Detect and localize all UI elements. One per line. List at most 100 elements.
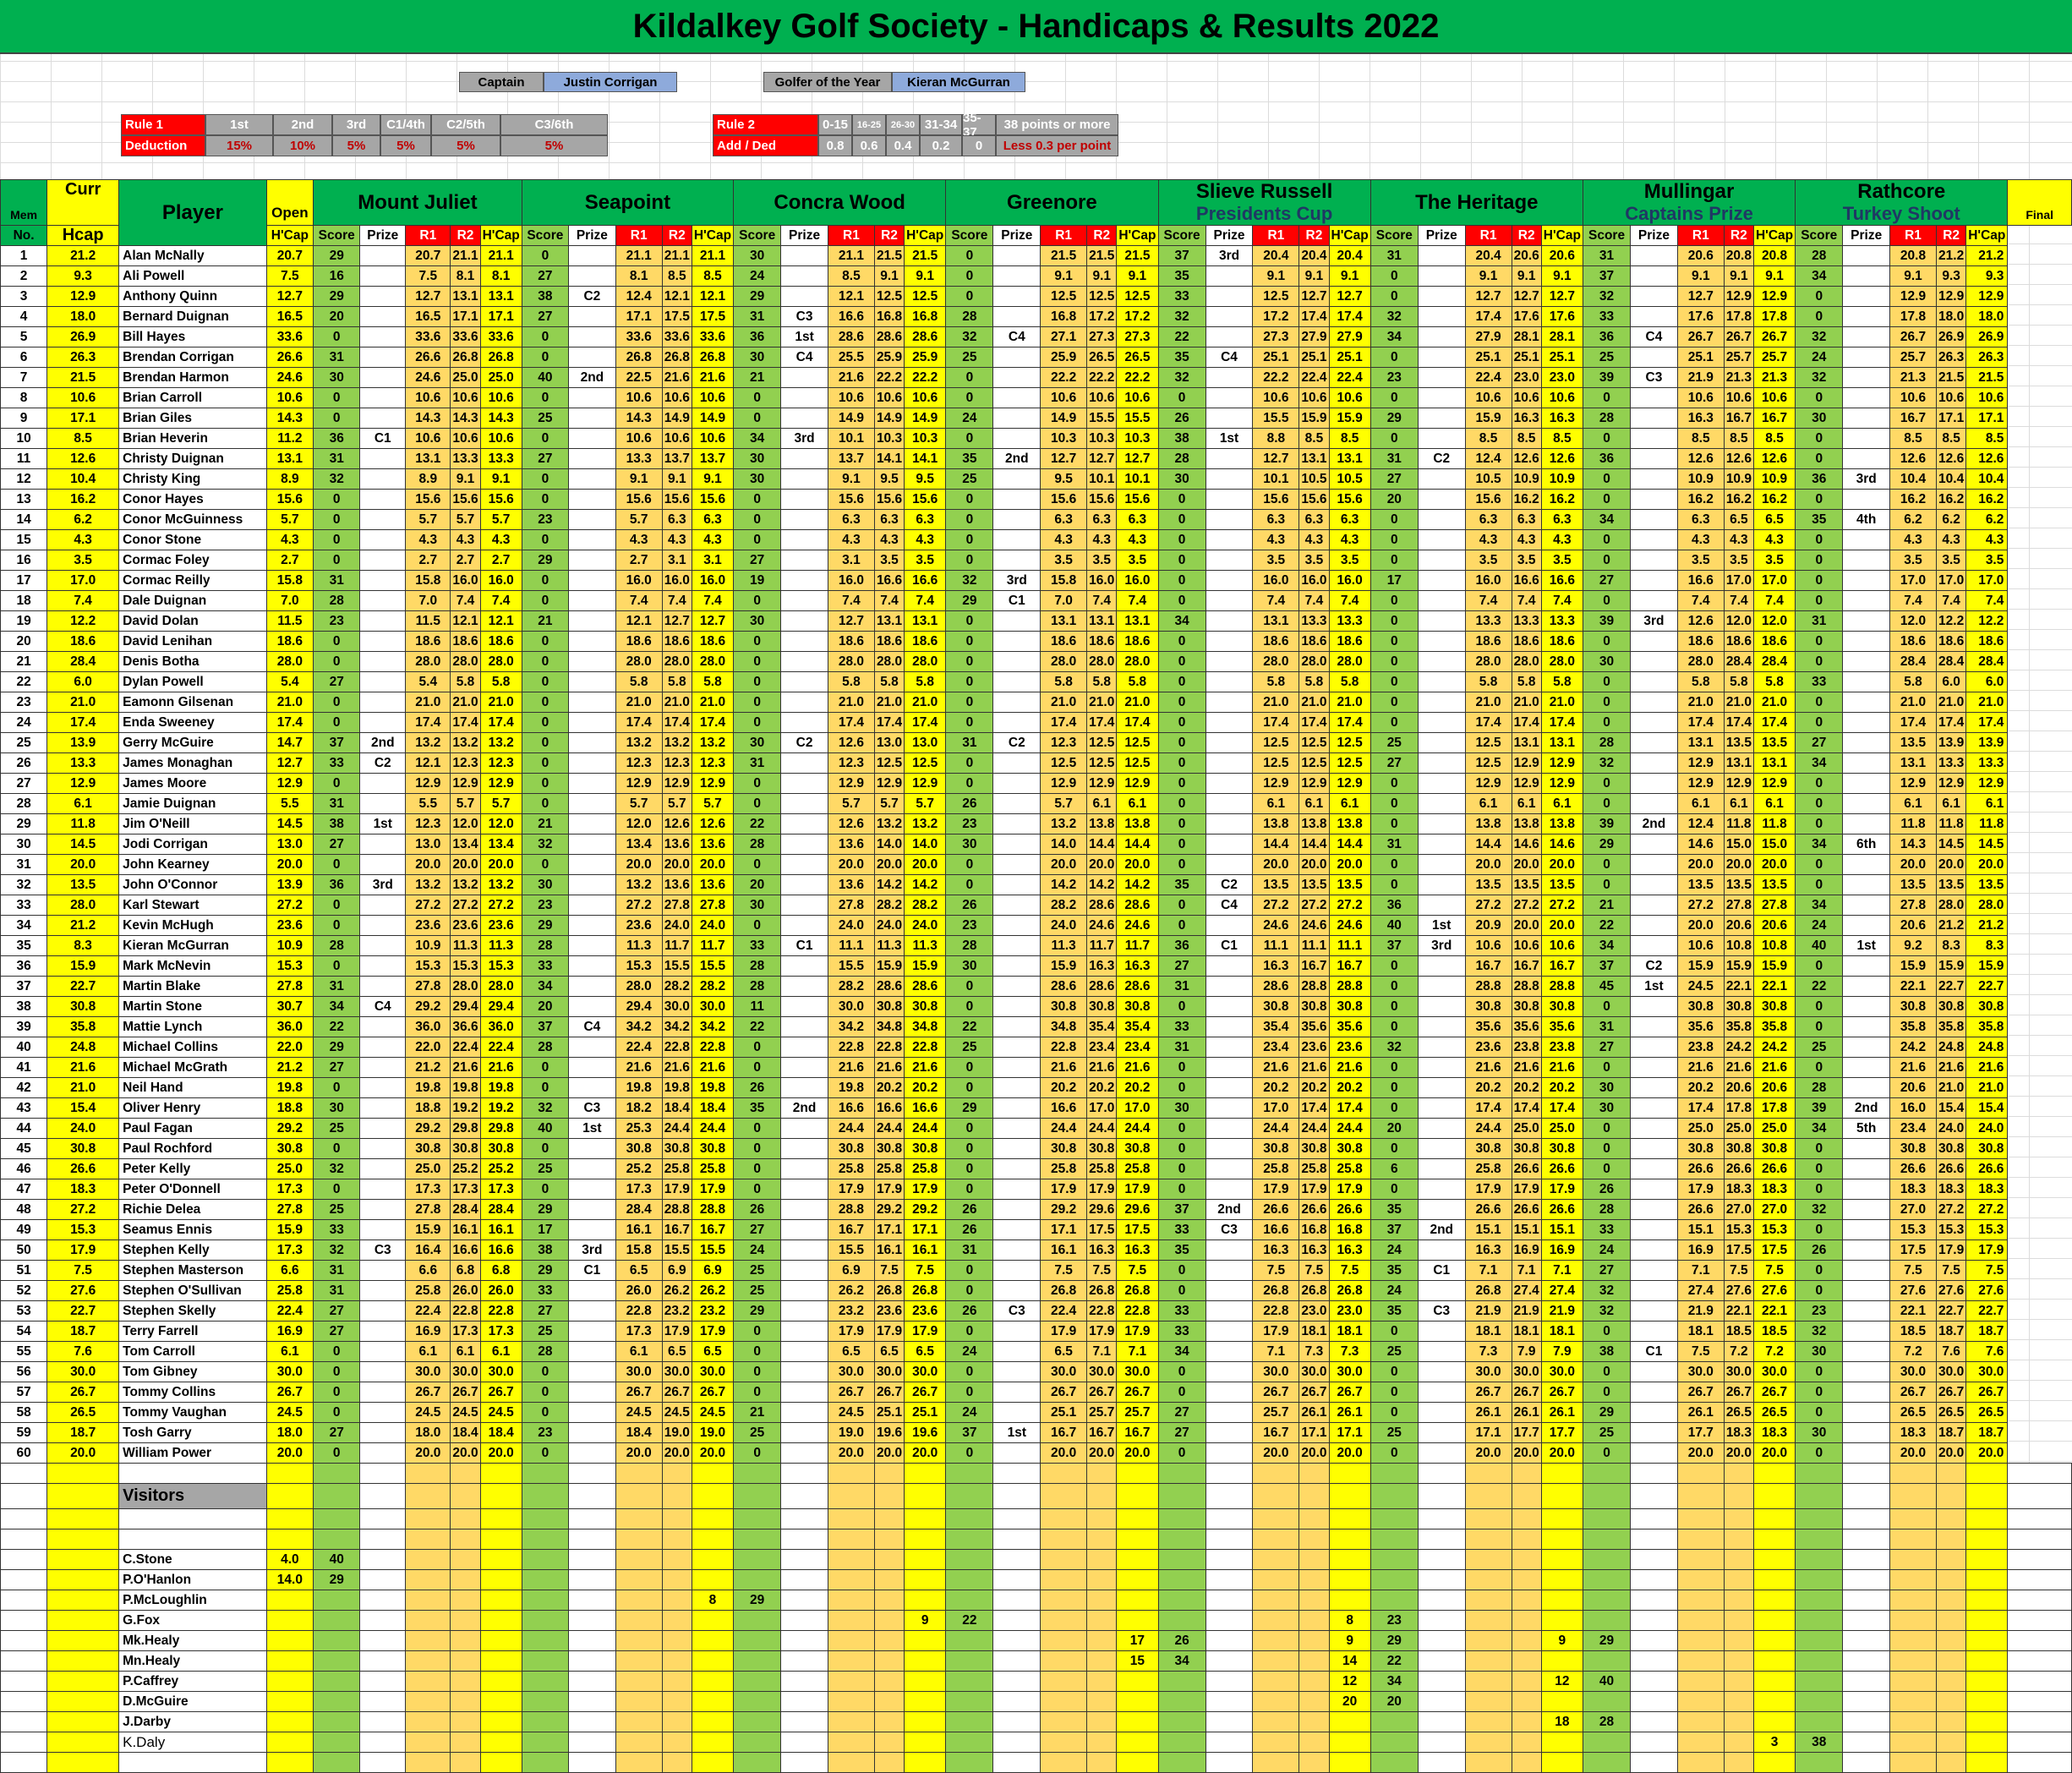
result-cell: 5.8	[1040, 671, 1088, 692]
blank-cell	[405, 1590, 451, 1611]
blank-cell	[46, 1529, 120, 1550]
result-cell	[359, 367, 407, 388]
result-cell	[1842, 1422, 1890, 1443]
result-cell	[359, 1138, 407, 1159]
blank-cell	[945, 1691, 994, 1712]
result-cell	[359, 773, 407, 794]
result-cell: 13.4	[450, 834, 481, 855]
current-hcap: 15.3	[46, 1219, 120, 1240]
result-cell: 0	[1157, 489, 1206, 510]
result-cell: 3.5	[1889, 550, 1938, 571]
result-cell: 12.7	[1252, 448, 1300, 469]
result-cell: 9.1	[615, 468, 663, 490]
result-cell: 26.6	[1723, 1158, 1754, 1179]
result-cell: 0	[313, 915, 361, 936]
result-cell: 22.8	[827, 1037, 875, 1058]
blank-cell	[661, 1483, 692, 1509]
result-cell: 7.4	[1752, 590, 1796, 611]
result-cell: 7.4	[1464, 590, 1512, 611]
rule1-header-4: C2/5th	[431, 114, 500, 135]
blank-cell	[521, 1671, 570, 1692]
result-cell: 3rd	[359, 874, 407, 895]
visitor-hcap: 14.0	[265, 1569, 314, 1590]
result-cell: 15.6	[265, 489, 314, 510]
result-cell: 20.0	[1936, 854, 1967, 875]
player-name: David Dolan	[118, 610, 267, 632]
result-cell: 27.2	[479, 895, 522, 916]
blank-cell	[1889, 1508, 1938, 1529]
result-cell: 31	[313, 448, 361, 469]
result-cell: 27.2	[1936, 1199, 1967, 1220]
result-cell: 0	[945, 1260, 994, 1281]
blank-cell	[1157, 1569, 1206, 1590]
blank-cell	[313, 1610, 361, 1631]
result-cell: 16.7	[827, 1219, 875, 1240]
blank-cell	[1752, 1630, 1796, 1651]
result-cell: 0	[1582, 631, 1632, 652]
result-cell: 17.4	[1464, 306, 1512, 327]
result-cell: 28	[1795, 1077, 1844, 1098]
result-cell	[568, 529, 616, 550]
player-row: 54 18.7 Terry Farrell 16.9 27 16.9 17.3 17.3 25 1…	[0, 1321, 2072, 1342]
result-cell: 7.4	[1252, 590, 1300, 611]
result-cell: 21.9	[1676, 367, 1725, 388]
member-no: 13	[0, 489, 48, 510]
blank-cell	[1298, 1508, 1330, 1529]
result-cell: 12.9	[904, 773, 947, 794]
result-cell: 5.8	[1252, 671, 1300, 692]
result-cell: 12.5	[1086, 752, 1118, 774]
result-cell	[780, 1158, 828, 1179]
visitor-row: Visitors	[0, 1483, 2072, 1509]
blank-cell	[1086, 1590, 1118, 1611]
player-row: 12 10.4 Christy King 8.9 32 8.9 9.1 9.1 0 9.1 9.1 9…	[0, 468, 2072, 490]
event-header-4: Slieve Russell Presidents Cup	[1157, 179, 1371, 226]
result-cell: 32	[313, 1239, 361, 1261]
result-cell	[1205, 651, 1254, 672]
result-cell: 16.6	[1252, 1219, 1300, 1240]
blank-cell	[1936, 1630, 1967, 1651]
result-cell: 13.0	[405, 834, 451, 855]
result-cell: 9.1	[873, 265, 905, 287]
result-cell: 27.0	[1752, 1199, 1796, 1220]
result-cell: 0	[1795, 651, 1844, 672]
result-cell: 5.5	[265, 793, 314, 814]
result-cell: 0	[521, 529, 570, 550]
blank-cell	[1116, 1569, 1159, 1590]
result-cell: 36	[1582, 326, 1632, 347]
result-cell: 21.6	[450, 1057, 481, 1078]
result-cell: 29	[945, 590, 994, 611]
result-cell: 15.3	[265, 955, 314, 977]
result-cell: 0	[1582, 1382, 1632, 1403]
result-cell	[568, 671, 616, 692]
result-cell: 29	[945, 1097, 994, 1119]
result-cell: 4.3	[873, 529, 905, 550]
result-cell: 28	[1582, 732, 1632, 753]
result-cell: 10.6	[479, 428, 522, 449]
result-cell: 30	[945, 955, 994, 977]
result-cell	[568, 854, 616, 875]
member-no: 36	[0, 955, 48, 977]
blank-cell	[1086, 1463, 1118, 1484]
result-cell: 21.6	[1252, 1057, 1300, 1078]
current-hcap: 24.8	[46, 1037, 120, 1058]
sub-header-score: Score	[945, 225, 994, 246]
result-cell: 16.4	[405, 1239, 451, 1261]
blank-cell	[1723, 1529, 1754, 1550]
blank-cell	[405, 1732, 451, 1753]
blank-cell	[1889, 1671, 1938, 1692]
result-cell: 25.8	[827, 1158, 875, 1179]
result-cell: 0	[1795, 874, 1844, 895]
result-cell	[359, 712, 407, 733]
blank-cell	[265, 1711, 314, 1732]
result-cell: 7.5	[1936, 1260, 1967, 1281]
result-cell: 7.5	[1328, 1260, 1371, 1281]
blank-cell	[1965, 1650, 2009, 1672]
visitor-row: J.Darby 18 28	[0, 1711, 2072, 1732]
result-cell: 20.0	[450, 1442, 481, 1464]
blank-cell	[1842, 1650, 1890, 1672]
result-cell: 32	[1582, 1280, 1632, 1301]
result-cell	[568, 610, 616, 632]
result-cell: 15.3	[1723, 1219, 1754, 1240]
result-cell	[1205, 1402, 1254, 1423]
blank-cell	[1086, 1508, 1118, 1529]
